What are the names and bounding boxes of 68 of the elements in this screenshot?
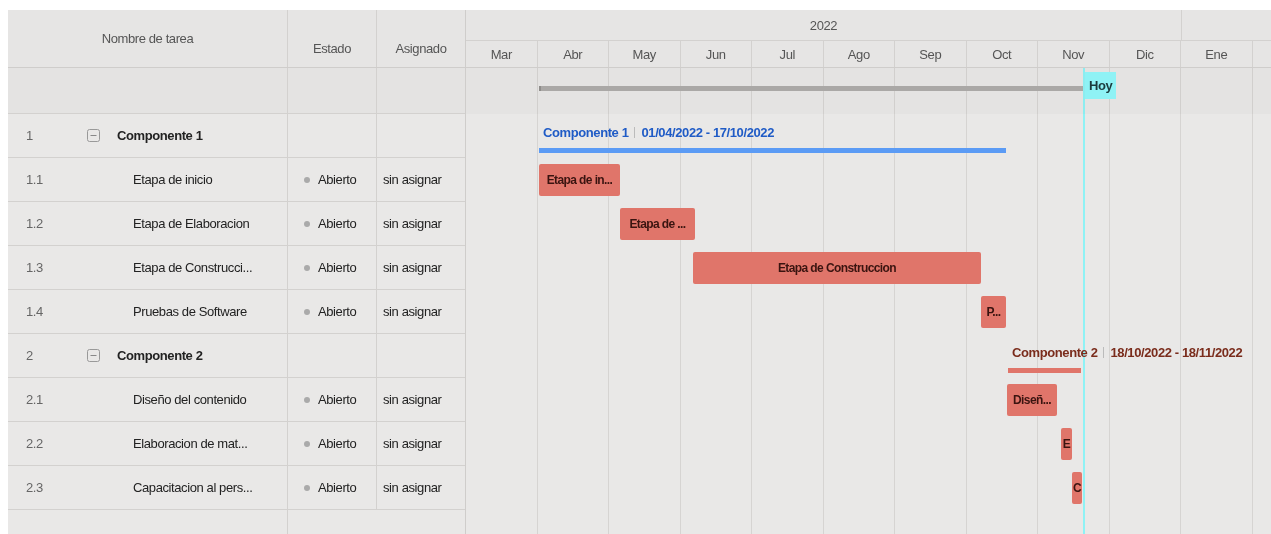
group-name: Componente 1 xyxy=(117,128,203,143)
status-text: Abierto xyxy=(318,436,357,451)
status-dot-icon xyxy=(304,220,310,227)
row-number: 2 xyxy=(25,348,34,363)
status-dot-icon xyxy=(304,176,310,183)
row-number: 2.2 xyxy=(25,436,44,451)
column-header[interactable]: Estado xyxy=(312,41,352,56)
group-bar-dates: 18/10/2022 - 18/11/2022 xyxy=(1110,345,1243,360)
assignee-text: sin asignar xyxy=(382,436,442,451)
row-number: 2.3 xyxy=(25,480,44,495)
group-bar-dates: 01/04/2022 - 17/10/2022 xyxy=(641,125,774,140)
row-number: 2.1 xyxy=(25,392,44,407)
column-header[interactable]: Asignado xyxy=(395,41,447,56)
task-bar[interactable]: C xyxy=(1072,472,1082,504)
month-header: Nov xyxy=(1062,46,1085,62)
row-number: 1.4 xyxy=(25,304,44,319)
assignee-text: sin asignar xyxy=(382,304,442,319)
task-name: Elaboracion de mat... xyxy=(132,436,248,451)
task-name: Etapa de Elaboracion xyxy=(132,216,250,231)
month-header: Ago xyxy=(847,46,870,62)
task-name: Etapa de inicio xyxy=(132,172,213,187)
row-number: 1.3 xyxy=(25,260,44,275)
task-bar[interactable]: P... xyxy=(981,296,1006,328)
collapse-icon[interactable] xyxy=(87,349,100,362)
status-dot-icon xyxy=(304,396,310,403)
status-text: Abierto xyxy=(318,172,357,187)
task-bar[interactable]: Etapa de in... xyxy=(539,164,620,196)
status-text: Abierto xyxy=(318,480,357,495)
status-text: Abierto xyxy=(318,392,357,407)
year-header: 2022 xyxy=(809,17,838,33)
status-dot-icon xyxy=(304,308,310,315)
task-name: Pruebas de Software xyxy=(132,304,247,319)
assignee-text: sin asignar xyxy=(382,392,442,407)
month-header: Dic xyxy=(1135,46,1154,62)
task-bar[interactable]: E xyxy=(1061,428,1072,460)
assignee-text: sin asignar xyxy=(382,172,442,187)
task-bar[interactable]: Etapa de ... xyxy=(620,208,695,240)
month-header: Sep xyxy=(919,46,942,62)
row-number: 1.1 xyxy=(25,172,44,187)
status-dot-icon xyxy=(304,440,310,447)
assignee-text: sin asignar xyxy=(382,260,442,275)
month-header: Oct xyxy=(992,46,1012,62)
status-dot-icon xyxy=(304,264,310,271)
group-bar-title: Componente 1 xyxy=(543,125,629,140)
today-marker: Hoy xyxy=(1085,72,1117,99)
group-bar-title: Componente 2 xyxy=(1012,345,1098,360)
month-header: Mar xyxy=(490,46,512,62)
column-header[interactable]: Nombre de tarea xyxy=(101,31,194,46)
task-bar[interactable]: Etapa de Construccion xyxy=(693,252,981,284)
task-bar[interactable]: Diseñ... xyxy=(1007,384,1057,416)
status-dot-icon xyxy=(304,484,310,491)
row-number: 1 xyxy=(25,128,34,143)
month-header: May xyxy=(632,46,656,62)
task-name: Capacitacion al pers... xyxy=(132,480,253,495)
task-name: Etapa de Construcci... xyxy=(132,260,253,275)
status-text: Abierto xyxy=(318,304,357,319)
task-name: Diseño del contenido xyxy=(132,392,247,407)
collapse-icon[interactable] xyxy=(87,129,100,142)
month-header: Jul xyxy=(779,46,795,62)
status-text: Abierto xyxy=(318,260,357,275)
month-header: Jun xyxy=(705,46,726,62)
group-name: Componente 2 xyxy=(117,348,203,363)
row-number: 1.2 xyxy=(25,216,44,231)
month-header: Abr xyxy=(563,46,583,62)
status-text: Abierto xyxy=(318,216,357,231)
month-header: Ene xyxy=(1205,46,1228,62)
assignee-text: sin asignar xyxy=(382,216,442,231)
assignee-text: sin asignar xyxy=(382,480,442,495)
